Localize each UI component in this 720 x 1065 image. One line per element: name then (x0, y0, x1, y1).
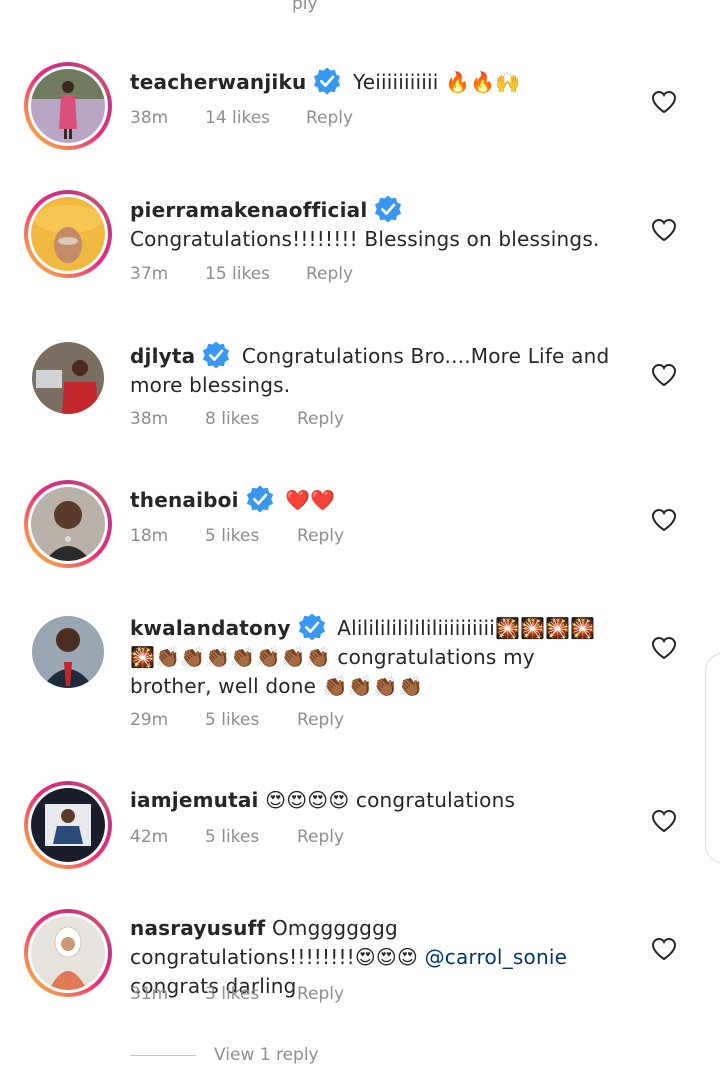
reply-button[interactable]: Reply (297, 827, 344, 847)
verified-badge-icon (298, 613, 325, 641)
avatar[interactable] (24, 781, 112, 869)
avatar-photo (31, 487, 105, 561)
heart-outline-icon[interactable] (651, 218, 677, 242)
avatar-photo (31, 197, 105, 271)
like-count[interactable]: 14 likes (205, 108, 306, 128)
heart-outline-icon[interactable] (651, 937, 677, 961)
like-count[interactable]: 3 likes (205, 984, 297, 1004)
heart-outline-icon[interactable] (651, 90, 677, 114)
avatar-photo (32, 616, 104, 688)
comment-time: 29m (130, 710, 169, 730)
avatar[interactable] (24, 190, 112, 278)
reply-button[interactable]: Reply (306, 264, 353, 284)
comment-time: 31m (130, 984, 169, 1004)
heart-outline-icon[interactable] (651, 363, 677, 387)
comment-text: Congratulations!!!!!!!! Blessings on ble… (130, 227, 600, 251)
comment-time: 42m (130, 827, 169, 847)
reply-button[interactable]: Reply (297, 409, 344, 429)
username[interactable]: iamjemutai (130, 788, 259, 812)
comment-text: Yeiiiiiiiiiii 🔥🔥🙌 (352, 70, 521, 94)
view-replies-label[interactable]: View 1 reply (214, 1045, 319, 1065)
verified-badge-icon (203, 341, 230, 369)
heart-outline-icon[interactable] (651, 636, 677, 660)
comment-time: 38m (130, 409, 169, 429)
like-count[interactable]: 8 likes (205, 409, 297, 429)
like-count[interactable]: 5 likes (205, 526, 297, 546)
username[interactable]: teacherwanjiku (130, 70, 306, 94)
avatar[interactable] (24, 480, 112, 568)
avatar-photo (31, 69, 105, 143)
heart-outline-icon[interactable] (651, 508, 677, 532)
like-count[interactable]: 5 likes (205, 827, 297, 847)
verified-badge-icon (314, 67, 341, 95)
username[interactable]: nasrayusuff (130, 916, 265, 940)
like-count[interactable]: 5 likes (205, 710, 297, 730)
comment-time: 18m (130, 526, 169, 546)
verified-badge-icon (246, 485, 273, 513)
heart-outline-icon[interactable] (651, 809, 677, 833)
avatar-photo (31, 788, 105, 862)
reply-button[interactable]: Reply (297, 526, 344, 546)
avatar[interactable] (32, 616, 104, 688)
username[interactable]: thenaiboi (130, 488, 239, 512)
replies-divider (130, 1054, 196, 1056)
comment-time: 38m (130, 108, 169, 128)
mention-link[interactable]: @carrol_sonie (425, 945, 568, 969)
comment-text: 😍😍😍😍 congratulations (265, 788, 516, 812)
avatar-photo (32, 342, 104, 414)
reply-button[interactable]: Reply (297, 710, 344, 730)
avatar[interactable] (24, 62, 112, 150)
verified-badge-icon (375, 195, 402, 223)
reply-button[interactable]: Reply (306, 108, 353, 128)
scroll-handle[interactable] (705, 652, 720, 864)
username[interactable]: kwalandatony (130, 616, 291, 640)
cutoff-text: ply (292, 0, 318, 14)
view-replies-button[interactable]: View 1 reply (130, 1045, 319, 1065)
previous-reply-cutoff: ply (0, 0, 720, 26)
avatar-photo (31, 916, 105, 990)
comment-text: ❤️❤️ (285, 488, 336, 512)
username[interactable]: djlyta (130, 344, 195, 368)
username[interactable]: pierramakenaofficial (130, 198, 367, 222)
reply-button[interactable]: Reply (297, 984, 344, 1004)
like-count[interactable]: 15 likes (205, 264, 306, 284)
avatar[interactable] (24, 909, 112, 997)
avatar[interactable] (32, 342, 104, 414)
comment-time: 37m (130, 264, 169, 284)
